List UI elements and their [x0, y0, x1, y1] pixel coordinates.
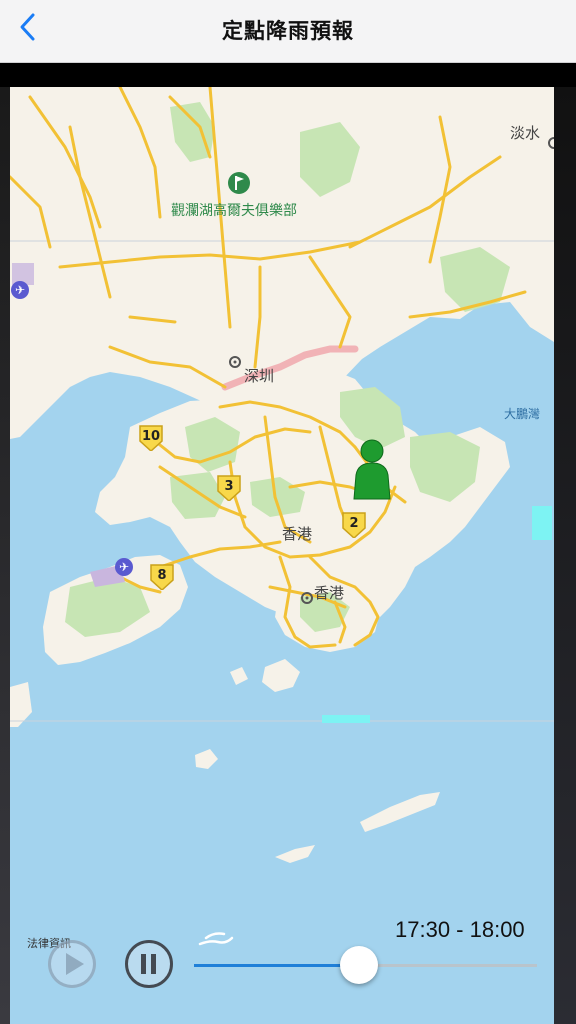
time-slider[interactable]	[194, 946, 537, 984]
route-shield: 3	[217, 475, 241, 501]
play-icon	[66, 953, 84, 975]
svg-text:✈: ✈	[15, 283, 25, 297]
route-shield: 2	[342, 512, 366, 538]
route-shield: 10	[139, 425, 163, 451]
page-title: 定點降雨預報	[222, 19, 354, 43]
rain-echo	[322, 715, 370, 723]
outlying-island-4	[230, 667, 248, 685]
place-label-mirs-bay: 大鵬灣	[504, 407, 541, 421]
outlying-island-1	[195, 749, 218, 769]
place-label-golf-club: 觀瀾湖高爾夫俱樂部	[171, 203, 297, 219]
left-edge	[0, 87, 10, 1024]
svg-text:✈: ✈	[119, 560, 129, 574]
outlying-island-2	[360, 792, 440, 832]
map-canvas: ✈ ✈	[10, 87, 554, 863]
cloud-swirl-icon	[198, 932, 234, 946]
right-edge	[554, 87, 576, 1024]
outlying-island-5	[10, 682, 32, 727]
rain-echo	[532, 506, 552, 540]
golf-icon	[228, 172, 250, 194]
play-button[interactable]	[48, 940, 96, 988]
pause-button[interactable]	[125, 940, 173, 988]
navigation-bar: 定點降雨預報	[0, 0, 576, 63]
forecast-time-range: 17:30 - 18:00	[395, 917, 525, 942]
pause-icon	[141, 954, 156, 974]
rain-forecast-map[interactable]: ✈ ✈ 淡水 觀瀾湖高爾夫俱樂部 深圳 大鵬灣 香港 香港 10 3 2 8	[10, 87, 554, 1024]
place-label-hong-kong: 香港	[282, 525, 313, 543]
route-shield: 8	[150, 564, 174, 590]
outlying-island-3	[275, 845, 315, 863]
time-slider-fill	[194, 964, 359, 967]
place-label-hong-kong: 香港	[314, 584, 345, 602]
lamma-island	[262, 659, 300, 692]
top-divider-band	[0, 63, 576, 87]
place-label-tamshui: 淡水	[510, 124, 541, 142]
place-label-shenzhen: 深圳	[244, 367, 275, 385]
time-slider-thumb[interactable]	[339, 946, 378, 984]
